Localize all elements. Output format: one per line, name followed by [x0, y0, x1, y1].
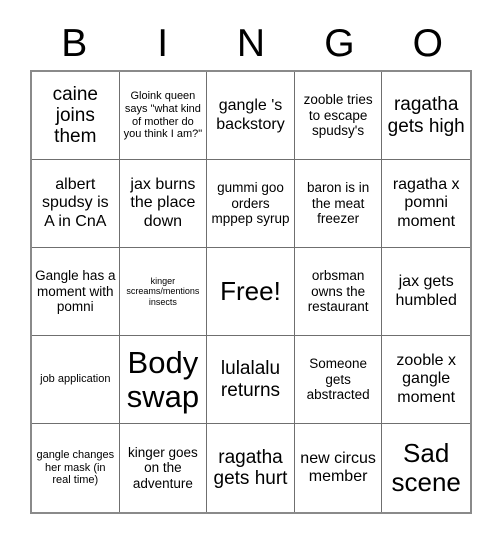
bingo-cell-label: Sad scene [391, 438, 461, 497]
bingo-cell[interactable]: orbsman owns the restaurant [294, 248, 383, 336]
bingo-cell[interactable]: kinger goes on the adventure [119, 424, 208, 512]
bingo-cell-label: gangle changes her mask (in real time) [36, 448, 115, 487]
bingo-cell-label: job application [40, 373, 111, 386]
bingo-header-letter-n: N [236, 21, 266, 65]
bingo-cell[interactable]: kinger screams/mentions insects [119, 248, 208, 336]
bingo-header-letter-i: I [157, 21, 169, 65]
bingo-cell[interactable]: gangle changes her mask (in real time) [32, 424, 120, 512]
bingo-cell[interactable]: Gangle has a moment with pomni [32, 248, 120, 336]
bingo-cell[interactable]: ragatha x pomni moment [382, 160, 470, 248]
bingo-cell-label: gummi goo orders mppep syrup [211, 180, 290, 227]
bingo-cell[interactable]: gummi goo orders mppep syrup [207, 160, 295, 248]
bingo-cell-label: zooble x gangle moment [396, 352, 456, 406]
bingo-cell-label: kinger screams/mentions insects [126, 275, 200, 307]
bingo-free-space[interactable]: Free! [207, 248, 295, 336]
bingo-cell-label: lulalalu returns [220, 358, 281, 401]
bingo-cell[interactable]: Someone gets abstracted [294, 336, 383, 424]
bingo-cell[interactable]: baron is in the meat freezer [294, 160, 383, 248]
bingo-cell-label: caine joins them [52, 83, 98, 148]
bingo-cell-label: ragatha gets high [387, 94, 465, 137]
bingo-cell-label: jax gets humbled [395, 273, 457, 309]
bingo-cell-label: gangle 's backstory [216, 97, 285, 133]
bingo-cell-label: Free! [220, 276, 281, 307]
bingo-cell[interactable]: zooble tries to escape spudsy's [294, 72, 383, 160]
bingo-cell[interactable]: jax gets humbled [382, 248, 470, 336]
bingo-cell-label: ragatha x pomni moment [392, 176, 460, 230]
bingo-cell-label: orbsman owns the restaurant [307, 268, 369, 315]
bingo-cell-label: albert spudsy is A in CnA [41, 176, 109, 230]
bingo-cell-label: Gangle has a moment with pomni [35, 268, 116, 315]
bingo-cell-label: ragatha gets hurt [213, 446, 288, 489]
bingo-cell-label: Someone gets abstracted [306, 356, 370, 403]
bingo-card: B I N G O caine joins them Gloink queen s… [0, 0, 500, 544]
bingo-cell[interactable]: new circus member [294, 424, 383, 512]
bingo-cell-label: Gloink queen says "what kind of mother d… [123, 90, 203, 141]
bingo-cell-label: baron is in the meat freezer [306, 180, 370, 227]
bingo-cell-label: zooble tries to escape spudsy's [303, 92, 373, 139]
bingo-cell[interactable]: gangle 's backstory [207, 72, 295, 160]
bingo-cell[interactable]: jax burns the place down [119, 160, 208, 248]
bingo-cell[interactable]: lulalalu returns [207, 336, 295, 424]
bingo-cell-label: kinger goes on the adventure [127, 444, 198, 491]
bingo-cell[interactable]: ragatha gets high [382, 72, 470, 160]
bingo-cell-label: new circus member [300, 449, 376, 485]
bingo-grid: caine joins them Gloink queen says "what … [30, 70, 472, 514]
bingo-cell[interactable]: Sad scene [382, 424, 470, 512]
bingo-cell-label: jax burns the place down [130, 176, 196, 230]
bingo-cell[interactable]: job application [32, 336, 120, 424]
bingo-header-row: B I N G O [30, 18, 472, 68]
bingo-header-letter-o: O [412, 21, 443, 65]
bingo-header-letter-g: G [324, 21, 355, 65]
bingo-cell[interactable]: caine joins them [32, 72, 120, 160]
bingo-cell[interactable]: albert spudsy is A in CnA [32, 160, 120, 248]
bingo-header-letter-b: B [61, 21, 88, 65]
bingo-cell[interactable]: Body swap [119, 336, 208, 424]
bingo-cell[interactable]: zooble x gangle moment [382, 336, 470, 424]
bingo-cell[interactable]: Gloink queen says "what kind of mother d… [119, 72, 208, 160]
bingo-cell-label: Body swap [126, 345, 200, 414]
bingo-cell[interactable]: ragatha gets hurt [207, 424, 295, 512]
